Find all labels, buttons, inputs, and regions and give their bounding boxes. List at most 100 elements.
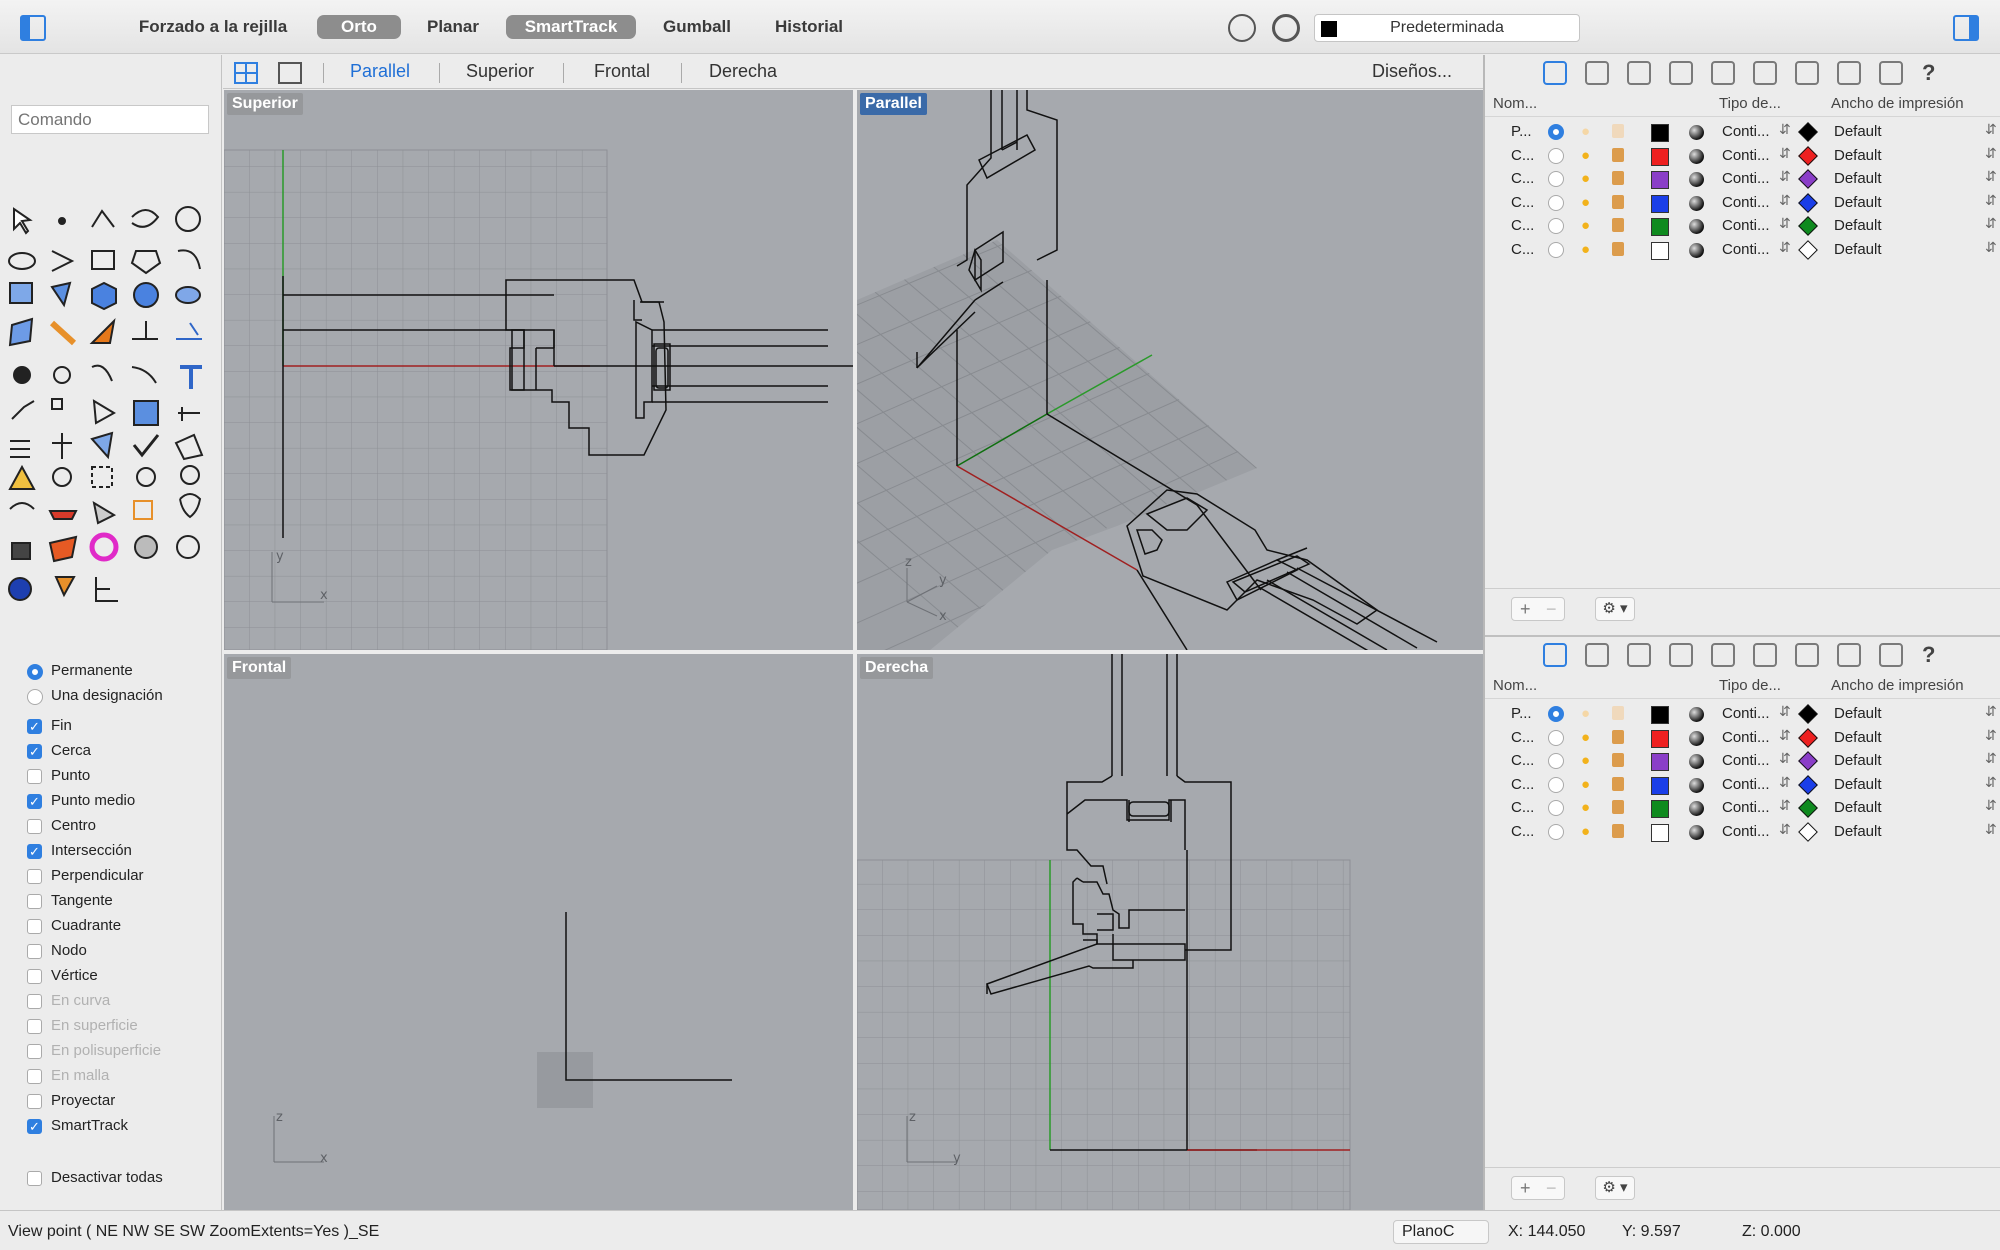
layer-row[interactable]: C... ● Conti... ⇵ Default ⇵	[1485, 145, 2000, 168]
material-ball-icon[interactable]	[1689, 148, 1704, 164]
linetype-value[interactable]: Conti...	[1722, 217, 1770, 234]
grid-icon[interactable]	[1753, 643, 1777, 667]
right-panel-toggle-icon[interactable]	[1953, 15, 1979, 41]
layer-color-swatch[interactable]	[1651, 147, 1669, 166]
col-linetype[interactable]: Tipo de...	[1719, 95, 1781, 112]
linetype-value[interactable]: Conti...	[1722, 729, 1770, 746]
print-width-value[interactable]: Default	[1834, 194, 1882, 211]
lock-icon[interactable]	[1612, 729, 1624, 744]
document-icon[interactable]	[1627, 643, 1651, 667]
print-width-value[interactable]: Default	[1834, 799, 1882, 816]
layers-icon[interactable]	[1543, 643, 1567, 667]
checkbox-icon[interactable]	[27, 869, 42, 884]
material-ball-icon[interactable]	[1689, 707, 1704, 722]
print-width-value[interactable]: Default	[1834, 705, 1882, 722]
viewport-parallel[interactable]: z y x Parallel	[857, 90, 1483, 650]
frame-icon[interactable]	[1837, 61, 1861, 85]
current-layer-radio[interactable]	[1548, 147, 1564, 164]
layer-color-swatch[interactable]	[1651, 706, 1669, 724]
viewport-right-label[interactable]: Derecha	[860, 657, 934, 679]
layer-options-gear-button[interactable]: ⚙ ▾	[1595, 597, 1635, 621]
current-layer-radio[interactable]	[1548, 776, 1564, 793]
print-color-icon[interactable]	[1798, 192, 1818, 213]
checkbox-icon[interactable]	[27, 717, 42, 737]
object-icon[interactable]	[1669, 643, 1693, 667]
help-icon[interactable]: ?	[1922, 60, 1935, 86]
lock-icon[interactable]	[1612, 218, 1624, 232]
add-layer-button[interactable]: +	[1520, 1177, 1531, 1199]
checkbox-icon[interactable]	[27, 994, 42, 1009]
bulb-icon[interactable]: ●	[1581, 147, 1590, 164]
material-ball-icon[interactable]	[1689, 172, 1704, 187]
bulb-icon[interactable]: ●	[1581, 241, 1590, 258]
stepper-icon[interactable]: ⇵	[1985, 192, 1997, 209]
lock-icon[interactable]	[1612, 823, 1624, 838]
print-color-icon[interactable]	[1798, 704, 1818, 724]
layer-color-swatch[interactable]	[1651, 194, 1669, 213]
print-width-value[interactable]: Default	[1834, 729, 1882, 746]
layer-row[interactable]: P... ● Conti... ⇵ Default ⇵	[1485, 703, 2000, 726]
display-icon[interactable]	[1585, 643, 1609, 667]
current-layer-radio[interactable]	[1548, 753, 1564, 769]
layer-name[interactable]: C...	[1511, 241, 1534, 258]
tab-parallel[interactable]: Parallel	[350, 61, 410, 82]
stepper-icon[interactable]: ⇵	[1985, 215, 1997, 232]
linetype-value[interactable]: Conti...	[1722, 799, 1770, 816]
grid-snap-toggle[interactable]: Forzado a la rejilla	[128, 15, 298, 39]
checkbox-icon[interactable]	[27, 1117, 42, 1137]
col-name[interactable]: Nom...	[1493, 677, 1537, 694]
layer-color-swatch[interactable]	[1651, 124, 1669, 142]
linetype-value[interactable]: Conti...	[1722, 170, 1770, 187]
record-history-icon[interactable]	[1228, 14, 1256, 42]
lock-icon[interactable]	[1612, 241, 1624, 256]
layer-row[interactable]: P... ● Conti... ⇵ Default ⇵	[1485, 121, 2000, 144]
bulb-icon[interactable]: ●	[1581, 705, 1590, 722]
checkbox-icon[interactable]	[27, 842, 42, 862]
layer-row[interactable]: C... ● Conti... ⇵ Default ⇵	[1485, 192, 2000, 215]
layer-name[interactable]: C...	[1511, 194, 1534, 211]
stepper-icon[interactable]: ⇵	[1985, 239, 1997, 256]
col-linetype[interactable]: Tipo de...	[1719, 677, 1781, 694]
layer-color-swatch[interactable]	[1651, 729, 1669, 748]
print-color-icon[interactable]	[1798, 774, 1818, 795]
stepper-icon[interactable]: ⇵	[1985, 703, 1997, 720]
ortho-toggle[interactable]: Orto	[317, 15, 401, 39]
layer-row[interactable]: C... ● Conti... ⇵ Default ⇵	[1485, 727, 2000, 750]
stepper-icon[interactable]: ⇵	[1985, 727, 1997, 744]
viewport-parallel-label[interactable]: Parallel	[860, 93, 927, 115]
material-ball-icon[interactable]	[1689, 219, 1704, 234]
viewport-top-label[interactable]: Superior	[227, 93, 303, 115]
remove-layer-button[interactable]: −	[1546, 1177, 1557, 1199]
lock-icon[interactable]	[1612, 124, 1624, 138]
layer-name[interactable]: C...	[1511, 776, 1534, 793]
print-color-icon[interactable]	[1798, 821, 1818, 842]
tab-superior[interactable]: Superior	[466, 61, 534, 82]
stepper-icon[interactable]: ⇵	[1779, 239, 1791, 256]
current-layer-radio[interactable]	[1548, 823, 1564, 840]
checkbox-icon[interactable]	[27, 1019, 42, 1034]
layer-name[interactable]: C...	[1511, 217, 1534, 234]
layer-color-swatch[interactable]	[1651, 171, 1669, 189]
viewport-right[interactable]: z y Derecha	[857, 654, 1483, 1210]
smarttrack-toggle[interactable]: SmartTrack	[506, 15, 636, 39]
checkbox-icon[interactable]	[27, 819, 42, 834]
layer-color-swatch[interactable]	[1651, 823, 1669, 842]
layer-name[interactable]: C...	[1511, 170, 1534, 187]
print-width-value[interactable]: Default	[1834, 217, 1882, 234]
lock-icon[interactable]	[1612, 776, 1624, 791]
history-toggle[interactable]: Historial	[758, 15, 860, 39]
current-layer-radio[interactable]	[1548, 241, 1564, 258]
print-color-icon[interactable]	[1798, 216, 1818, 236]
print-color-icon[interactable]	[1798, 751, 1818, 771]
layer-row[interactable]: C... ● Conti... ⇵ Default ⇵	[1485, 215, 2000, 238]
layer-row[interactable]: C... ● Conti... ⇵ Default ⇵	[1485, 168, 2000, 191]
print-color-icon[interactable]	[1798, 727, 1818, 748]
stepper-icon[interactable]: ⇵	[1779, 797, 1791, 814]
layer-color-swatch[interactable]	[1651, 776, 1669, 795]
print-width-value[interactable]: Default	[1834, 147, 1882, 164]
notes-icon[interactable]	[1795, 643, 1819, 667]
bulb-icon[interactable]: ●	[1581, 776, 1590, 793]
material-ball-icon[interactable]	[1689, 125, 1704, 140]
layouts-button[interactable]: Diseños...	[1372, 61, 1452, 82]
stepper-icon[interactable]: ⇵	[1985, 121, 1997, 138]
